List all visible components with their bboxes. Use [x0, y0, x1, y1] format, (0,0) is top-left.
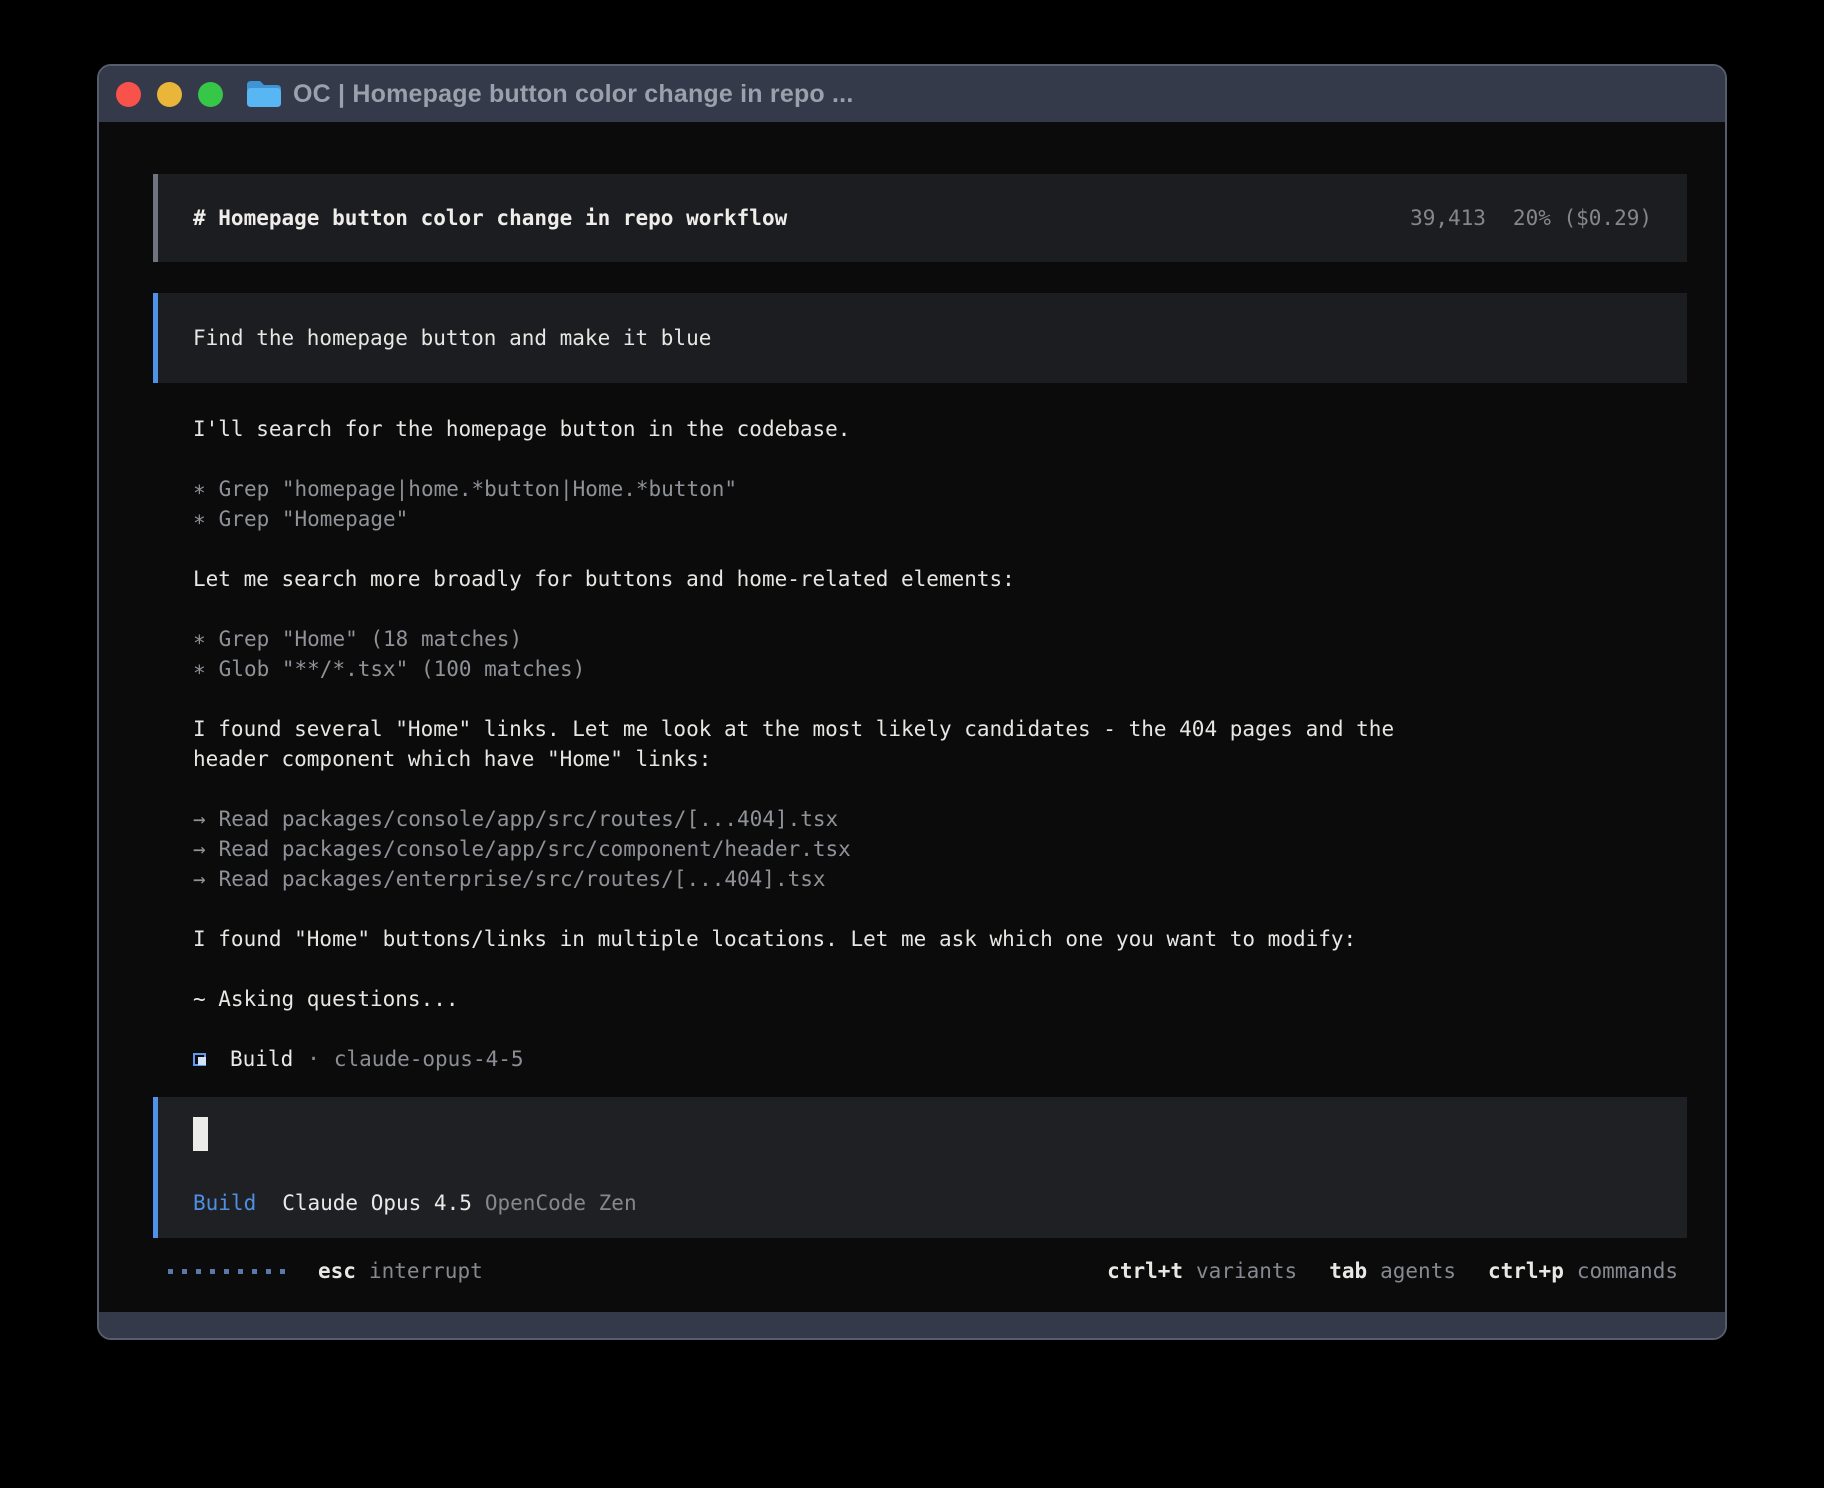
shortcut-label: variants [1196, 1259, 1297, 1283]
tool-asterisk-icon: ∗ [193, 474, 206, 504]
line-text: Glob "**/*.tsx" (100 matches) [219, 654, 586, 684]
token-count: 39,413 [1410, 206, 1486, 230]
folder-icon [245, 79, 281, 109]
maximize-button[interactable] [198, 82, 223, 107]
shortcut-commands[interactable]: ctrl+p commands [1488, 1259, 1678, 1283]
shortcut-key: ctrl+p [1488, 1259, 1564, 1283]
agent-model: claude-opus-4-5 [334, 1047, 524, 1071]
assistant-text-line: header component which have "Home" links… [193, 744, 1665, 774]
shortcut-label: commands [1577, 1259, 1678, 1283]
line-text: Read packages/enterprise/src/routes/[...… [219, 864, 826, 894]
spinner-dot [238, 1269, 243, 1274]
assistant-text-line: ~ Asking questions... [193, 984, 1665, 1014]
shortcut-variants[interactable]: ctrl+t variants [1107, 1259, 1297, 1283]
assistant-text-line: I'll search for the homepage button in t… [193, 414, 1665, 444]
tool-call-line: → Read packages/enterprise/src/routes/[..… [193, 864, 1665, 894]
separator-dot: · [307, 1047, 320, 1071]
esc-key: esc [318, 1259, 356, 1283]
line-text: Grep "homepage|home.*button|Home.*button… [219, 474, 737, 504]
spinner-dot [280, 1269, 285, 1274]
agent-build-badge-icon [193, 1053, 206, 1066]
spinner-dot [266, 1269, 271, 1274]
assistant-text-line: I found several "Home" links. Let me loo… [193, 714, 1665, 744]
assistant-text-line: I found "Home" buttons/links in multiple… [193, 924, 1665, 954]
minimize-button[interactable] [157, 82, 182, 107]
tool-call-line: → Read packages/console/app/src/component… [193, 834, 1665, 864]
input-agent-label[interactable]: Build [193, 1188, 256, 1218]
assistant-transcript: I'll search for the homepage button in t… [193, 414, 1665, 1014]
shortcut-agents[interactable]: tab agents [1329, 1259, 1456, 1283]
status-bar: esc interrupt ctrl+tvariantstabagentsctr… [168, 1256, 1678, 1286]
terminal-window: OC | Homepage button color change in rep… [97, 64, 1727, 1340]
traffic-lights [116, 82, 223, 107]
spinner-dot [252, 1269, 257, 1274]
session-header: # Homepage button color change in repo w… [153, 174, 1687, 262]
user-message: Find the homepage button and make it blu… [153, 293, 1687, 383]
tool-asterisk-icon: ∗ [193, 624, 206, 654]
shortcut-label: agents [1380, 1259, 1456, 1283]
line-text: header component which have "Home" links… [193, 744, 711, 774]
line-text: Let me search more broadly for buttons a… [193, 564, 1015, 594]
tool-call-line: ∗ Grep "homepage|home.*button|Home.*butto… [193, 474, 1665, 504]
line-text: Read packages/console/app/src/component/… [219, 834, 851, 864]
line-text: Read packages/console/app/src/routes/[..… [219, 804, 839, 834]
user-message-text: Find the homepage button and make it blu… [193, 326, 711, 350]
agent-name: Build [230, 1047, 293, 1071]
tool-asterisk-icon: ∗ [193, 654, 206, 684]
esc-label: interrupt [369, 1259, 483, 1283]
terminal-content: # Homepage button color change in repo w… [99, 122, 1725, 1312]
tool-call-line: ∗ Grep "Homepage" [193, 504, 1665, 534]
spinner-dot [224, 1269, 229, 1274]
status-bar-left: esc interrupt [168, 1259, 483, 1283]
line-text: I found "Home" buttons/links in multiple… [193, 924, 1356, 954]
line-text: ~ Asking questions... [193, 984, 459, 1014]
session-title: # Homepage button color change in repo w… [193, 206, 787, 230]
input-meta-row: Build Claude Opus 4.5 OpenCode Zen [193, 1188, 1652, 1218]
context-usage: 20% ($0.29) [1513, 206, 1652, 230]
window-title: OC | Homepage button color change in rep… [293, 80, 853, 109]
tool-call-line: ∗ Glob "**/*.tsx" (100 matches) [193, 654, 1665, 684]
line-text: Grep "Home" (18 matches) [219, 624, 522, 654]
tool-call-line: ∗ Grep "Home" (18 matches) [193, 624, 1665, 654]
window-bottom-edge [99, 1312, 1725, 1338]
shortcut-key: tab [1329, 1259, 1367, 1283]
input-provider-label: OpenCode Zen [485, 1188, 637, 1218]
spinner-dot [168, 1269, 173, 1274]
status-bar-shortcuts: ctrl+t variants tab agents ctrl+p commands [1107, 1259, 1678, 1283]
titlebar[interactable]: OC | Homepage button color change in rep… [99, 66, 1725, 122]
spinner-dot [196, 1269, 201, 1274]
input-model-label[interactable]: Claude Opus 4.5 [282, 1188, 472, 1218]
read-arrow-icon: → [193, 864, 206, 894]
agent-status-row: Build · claude-opus-4-5 [193, 1044, 1725, 1074]
line-text: Grep "Homepage" [219, 504, 409, 534]
tool-asterisk-icon: ∗ [193, 504, 206, 534]
session-stats: 39,413 20% ($0.29) [1410, 206, 1652, 230]
spinner-dot [210, 1269, 215, 1274]
spinner-dot [182, 1269, 187, 1274]
spinner-dots-icon [168, 1269, 285, 1274]
read-arrow-icon: → [193, 834, 206, 864]
prompt-input[interactable]: Build Claude Opus 4.5 OpenCode Zen [153, 1097, 1687, 1238]
shortcut-key: ctrl+t [1107, 1259, 1183, 1283]
read-arrow-icon: → [193, 804, 206, 834]
desktop-background: OC | Homepage button color change in rep… [0, 0, 1824, 1488]
line-text: I found several "Home" links. Let me loo… [193, 714, 1394, 744]
tool-call-line: → Read packages/console/app/src/routes/[.… [193, 804, 1665, 834]
text-cursor [193, 1117, 208, 1151]
assistant-text-line: Let me search more broadly for buttons a… [193, 564, 1665, 594]
close-button[interactable] [116, 82, 141, 107]
line-text: I'll search for the homepage button in t… [193, 414, 850, 444]
esc-shortcut[interactable]: esc interrupt [318, 1259, 483, 1283]
